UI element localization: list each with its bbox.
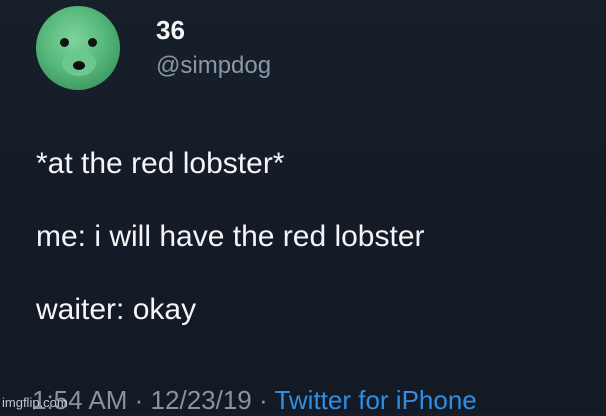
meta-separator: · [134,385,144,415]
tweet-card: 36 @simpdog *at the red lobster* me: i w… [0,0,606,415]
author-names: 36 @simpdog [156,11,271,81]
tweet-text: *at the red lobster* me: i will have the… [36,146,596,328]
avatar-eye-right [88,38,97,47]
tweet-header: 36 @simpdog [36,6,271,90]
tweet-date[interactable]: 12/23/19 [151,385,252,415]
tweet-line: *at the red lobster* [36,147,285,180]
tweet-source-link[interactable]: Twitter for iPhone [274,385,476,415]
avatar-nose [73,61,85,70]
display-name[interactable]: 36 [156,15,271,45]
watermark: imgflip.com [2,395,68,410]
user-handle[interactable]: @simpdog [156,51,271,81]
meta-separator: · [259,385,268,415]
tweet-line: me: i will have the red lobster [36,220,425,253]
avatar-eye-left [60,38,69,47]
avatar[interactable] [36,6,120,90]
tweet-line: waiter: okay [36,293,197,326]
tweet-metadata: 1:54 AM · 12/23/19 · Twitter for iPhone [32,384,477,416]
